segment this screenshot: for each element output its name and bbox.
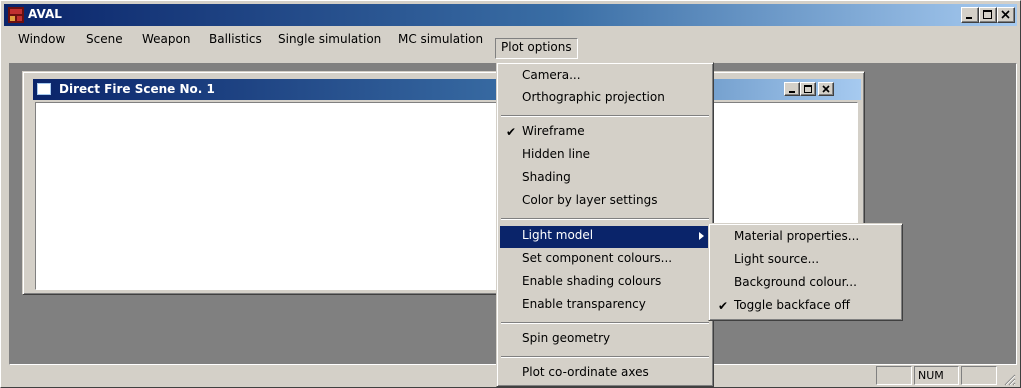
menu-item-set-component-colours[interactable]: Set component colours... bbox=[500, 249, 710, 271]
menu-single-simulation[interactable]: Single simulation bbox=[272, 30, 387, 49]
close-button[interactable] bbox=[997, 7, 1015, 23]
menu-window[interactable]: Window bbox=[12, 30, 71, 49]
menu-item-label: Toggle backface off bbox=[734, 298, 850, 312]
close-icon bbox=[1001, 10, 1010, 19]
menu-ballistics[interactable]: Ballistics bbox=[203, 30, 268, 49]
menu-item-light-model[interactable]: Light model bbox=[500, 226, 710, 248]
menu-item-camera[interactable]: Camera... bbox=[500, 66, 710, 88]
child-close-button[interactable] bbox=[818, 82, 834, 96]
app-icon bbox=[8, 7, 24, 23]
child-window-title: Direct Fire Scene No. 1 bbox=[59, 82, 215, 96]
child-title-bar[interactable]: Direct Fire Scene No. 1 bbox=[33, 79, 861, 100]
menu-item-background-colour[interactable]: Background colour... bbox=[712, 273, 899, 295]
menu-item-light-source[interactable]: Light source... bbox=[712, 250, 899, 272]
minimize-icon bbox=[789, 91, 795, 93]
menu-mc-simulation[interactable]: MC simulation bbox=[392, 30, 489, 49]
submenu-arrow-icon bbox=[699, 232, 704, 240]
menu-separator bbox=[501, 322, 709, 324]
menu-item-toggle-backface[interactable]: ✔ Toggle backface off bbox=[712, 296, 899, 318]
menu-separator bbox=[501, 218, 709, 220]
maximize-button[interactable] bbox=[979, 7, 997, 23]
menu-item-wireframe[interactable]: ✔ Wireframe bbox=[500, 122, 710, 144]
menu-item-label: Light model bbox=[522, 228, 594, 242]
status-num: NUM bbox=[914, 366, 959, 385]
child-maximize-button[interactable] bbox=[800, 82, 816, 96]
menu-item-material-properties[interactable]: Material properties... bbox=[712, 227, 899, 249]
menu-bar: Window Scene Weapon Ballistics Single si… bbox=[4, 27, 1017, 59]
menu-item-color-by-layer[interactable]: Color by layer settings bbox=[500, 191, 710, 213]
light-model-submenu: Material properties... Light source... B… bbox=[708, 223, 903, 321]
check-icon: ✔ bbox=[718, 299, 729, 313]
menu-item-hidden-line[interactable]: Hidden line bbox=[500, 145, 710, 167]
menu-item-shading[interactable]: Shading bbox=[500, 168, 710, 190]
menu-item-spin-geometry[interactable]: Spin geometry bbox=[500, 329, 710, 351]
menu-item-orthographic-projection[interactable]: Orthographic projection bbox=[500, 88, 710, 110]
child-minimize-button[interactable] bbox=[784, 82, 800, 96]
status-panel-blank bbox=[876, 366, 912, 385]
app-window: AVAL Window Scene Weapon Ballistics Sing… bbox=[0, 0, 1021, 388]
child-window-icon bbox=[37, 83, 51, 95]
menu-separator bbox=[501, 115, 709, 117]
window-title: AVAL bbox=[28, 7, 62, 21]
menu-scene[interactable]: Scene bbox=[80, 30, 129, 49]
minimize-button[interactable] bbox=[961, 7, 979, 23]
menu-item-plot-coordinate-axes[interactable]: Plot co-ordinate axes bbox=[500, 363, 710, 385]
status-panel-blank-2 bbox=[961, 366, 997, 385]
minimize-icon bbox=[966, 17, 972, 19]
maximize-icon bbox=[804, 85, 812, 93]
plot-options-menu: Camera... Orthographic projection ✔ Wire… bbox=[496, 62, 714, 387]
menu-separator bbox=[501, 356, 709, 358]
check-icon: ✔ bbox=[506, 125, 517, 139]
menu-weapon[interactable]: Weapon bbox=[136, 30, 196, 49]
close-icon bbox=[822, 85, 830, 93]
menu-item-enable-shading-colours[interactable]: Enable shading colours bbox=[500, 272, 710, 294]
title-bar[interactable]: AVAL bbox=[4, 4, 1017, 26]
menu-item-enable-transparency[interactable]: Enable transparency bbox=[500, 295, 710, 317]
menu-plot-options[interactable]: Plot options bbox=[495, 38, 578, 59]
maximize-icon bbox=[983, 10, 992, 19]
menu-item-label: Wireframe bbox=[522, 124, 585, 138]
resize-grip-icon[interactable] bbox=[1002, 372, 1016, 386]
